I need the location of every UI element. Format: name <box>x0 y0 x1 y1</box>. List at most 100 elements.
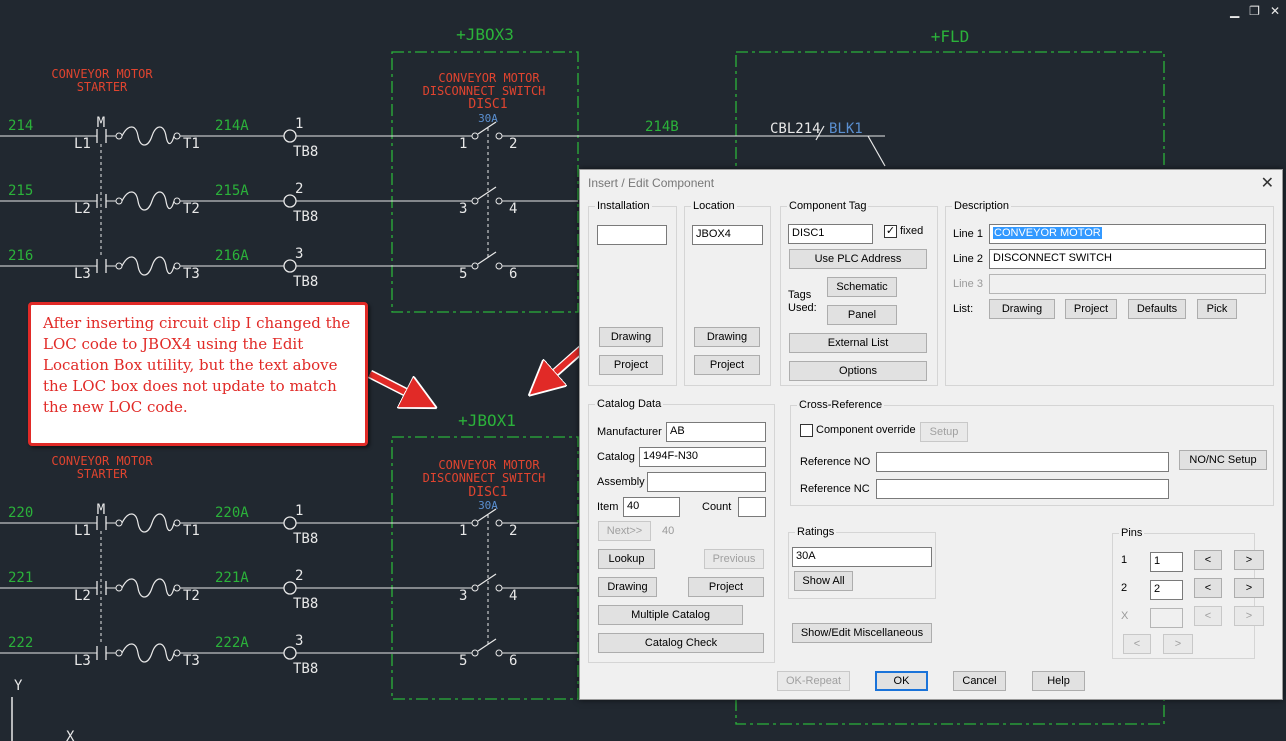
installation-project-button[interactable]: Project <box>599 355 663 375</box>
pin3-prev-button[interactable]: < <box>1194 606 1222 626</box>
switch-terminal <box>471 519 479 527</box>
pin1-prev-button[interactable]: < <box>1194 550 1222 570</box>
previous-button[interactable]: Previous <box>704 549 764 569</box>
restore-icon[interactable]: ❐ <box>1249 4 1260 18</box>
terminal-circle <box>115 197 123 205</box>
use-plc-address-button[interactable]: Use PLC Address <box>789 249 927 269</box>
catalog-check-button[interactable]: Catalog Check <box>598 633 764 653</box>
catalog-drawing-button[interactable]: Drawing <box>598 577 657 597</box>
pin2-next-button[interactable]: > <box>1234 578 1264 598</box>
ucs-x: X <box>66 729 75 741</box>
setup-button[interactable]: Setup <box>920 422 968 442</box>
terminal-number: 1 <box>295 116 303 132</box>
reference-no-label: Reference NO <box>800 456 871 468</box>
lookup-button[interactable]: Lookup <box>598 549 655 569</box>
wire-number-a: 221A <box>215 570 249 586</box>
load-terminal: T3 <box>183 266 200 282</box>
location-drawing-button[interactable]: Drawing <box>694 327 760 347</box>
options-button[interactable]: Options <box>789 361 927 381</box>
catalog-data-label: Catalog Data <box>595 398 664 410</box>
overload-heater <box>121 191 175 211</box>
close-icon[interactable]: ✕ <box>1270 4 1280 18</box>
installation-input[interactable] <box>597 225 667 245</box>
terminal-number: 2 <box>295 181 303 197</box>
pin1-next-button[interactable]: > <box>1234 550 1264 570</box>
cancel-button[interactable]: Cancel <box>953 671 1006 691</box>
defaults-button[interactable]: Defaults <box>1128 299 1186 319</box>
catalog-project-button[interactable]: Project <box>688 577 764 597</box>
pick-button[interactable]: Pick <box>1197 299 1237 319</box>
overload-heater <box>121 256 175 276</box>
close-icon[interactable]: ✕ <box>1261 173 1274 192</box>
terminal-circle <box>173 197 181 205</box>
pin1-input[interactable]: 1 <box>1150 552 1183 572</box>
external-list-button[interactable]: External List <box>789 333 927 353</box>
pole-out-number: 2 <box>509 523 517 539</box>
description-project-button[interactable]: Project <box>1065 299 1117 319</box>
location-input[interactable]: JBOX4 <box>692 225 763 245</box>
component-override-label: Component override <box>816 424 916 436</box>
switch-terminal <box>495 584 503 592</box>
line-terminal: L2 <box>74 588 91 604</box>
line2-input[interactable]: DISCONNECT SWITCH <box>989 249 1266 269</box>
disc-tag-bot: DISC1 <box>468 485 507 500</box>
catalog-input[interactable]: 1494F-N30 <box>639 447 766 467</box>
show-edit-miscellaneous-button[interactable]: Show/Edit Miscellaneous <box>792 623 932 643</box>
item-input[interactable]: 40 <box>623 497 680 517</box>
line3-input[interactable] <box>989 274 1266 294</box>
pins-next-button[interactable]: > <box>1163 634 1193 654</box>
pin3-input[interactable] <box>1150 608 1183 628</box>
starter-label-bot-1: CONVEYOR MOTOR <box>51 454 153 468</box>
panel-button[interactable]: Panel <box>827 305 897 325</box>
fixed-checkbox[interactable]: ✓ <box>884 225 897 238</box>
insert-edit-component-dialog: Insert / Edit Component ✕ Installation D… <box>579 169 1283 700</box>
minimize-icon[interactable]: ▁ <box>1230 4 1239 18</box>
location-project-button[interactable]: Project <box>694 355 760 375</box>
pin2-input[interactable]: 2 <box>1150 580 1183 600</box>
callout-text: After inserting circuit clip I changed t… <box>43 314 351 416</box>
switch-terminal <box>471 132 479 140</box>
switch-terminal <box>471 584 479 592</box>
terminal-circle <box>173 262 181 270</box>
multiple-catalog-button[interactable]: Multiple Catalog <box>598 605 743 625</box>
schematic-button[interactable]: Schematic <box>827 277 897 297</box>
count-input[interactable] <box>738 497 766 517</box>
pin2-prev-button[interactable]: < <box>1194 578 1222 598</box>
description-drawing-button[interactable]: Drawing <box>989 299 1055 319</box>
wire-number-a: 216A <box>215 248 249 264</box>
disc-desc-bot-2: DISCONNECT SWITCH <box>423 471 546 485</box>
pole-out-number: 4 <box>509 201 517 217</box>
switch-terminal <box>471 649 479 657</box>
assembly-input[interactable] <box>647 472 766 492</box>
installation-drawing-button[interactable]: Drawing <box>599 327 663 347</box>
help-button[interactable]: Help <box>1032 671 1085 691</box>
terminal-strip-name: TB8 <box>293 144 318 160</box>
component-override-checkbox[interactable] <box>800 424 813 437</box>
fixed-label: fixed <box>900 225 924 237</box>
pole-out-number: 6 <box>509 653 517 669</box>
manufacturer-input[interactable]: AB <box>666 422 766 442</box>
starter-label-bot-2: STARTER <box>77 467 128 481</box>
terminal-strip-name: TB8 <box>293 596 318 612</box>
line1-input[interactable]: CONVEYOR MOTOR <box>989 224 1266 244</box>
show-all-button[interactable]: Show All <box>794 571 853 591</box>
line-terminal: L2 <box>74 201 91 217</box>
next-button[interactable]: Next>> <box>598 521 651 541</box>
nonc-setup-button[interactable]: NO/NC Setup <box>1179 450 1267 470</box>
fld-label: +FLD <box>931 27 970 46</box>
ok-button[interactable]: OK <box>875 671 928 691</box>
reference-nc-input[interactable] <box>876 479 1169 499</box>
item-label: Item <box>597 501 619 513</box>
jbox3-label: +JBOX3 <box>456 25 514 44</box>
pole-in-number: 1 <box>459 136 467 152</box>
terminal-circle <box>115 132 123 140</box>
component-tag-input[interactable]: DISC1 <box>788 224 873 244</box>
overload-heater <box>121 578 175 598</box>
ok-repeat-button[interactable]: OK-Repeat <box>777 671 850 691</box>
pins-prev-button[interactable]: < <box>1123 634 1151 654</box>
switch-terminal <box>495 132 503 140</box>
reference-no-input[interactable] <box>876 452 1169 472</box>
terminal-number: 1 <box>295 503 303 519</box>
pin3-next-button[interactable]: > <box>1234 606 1264 626</box>
rating-input[interactable]: 30A <box>792 547 932 567</box>
